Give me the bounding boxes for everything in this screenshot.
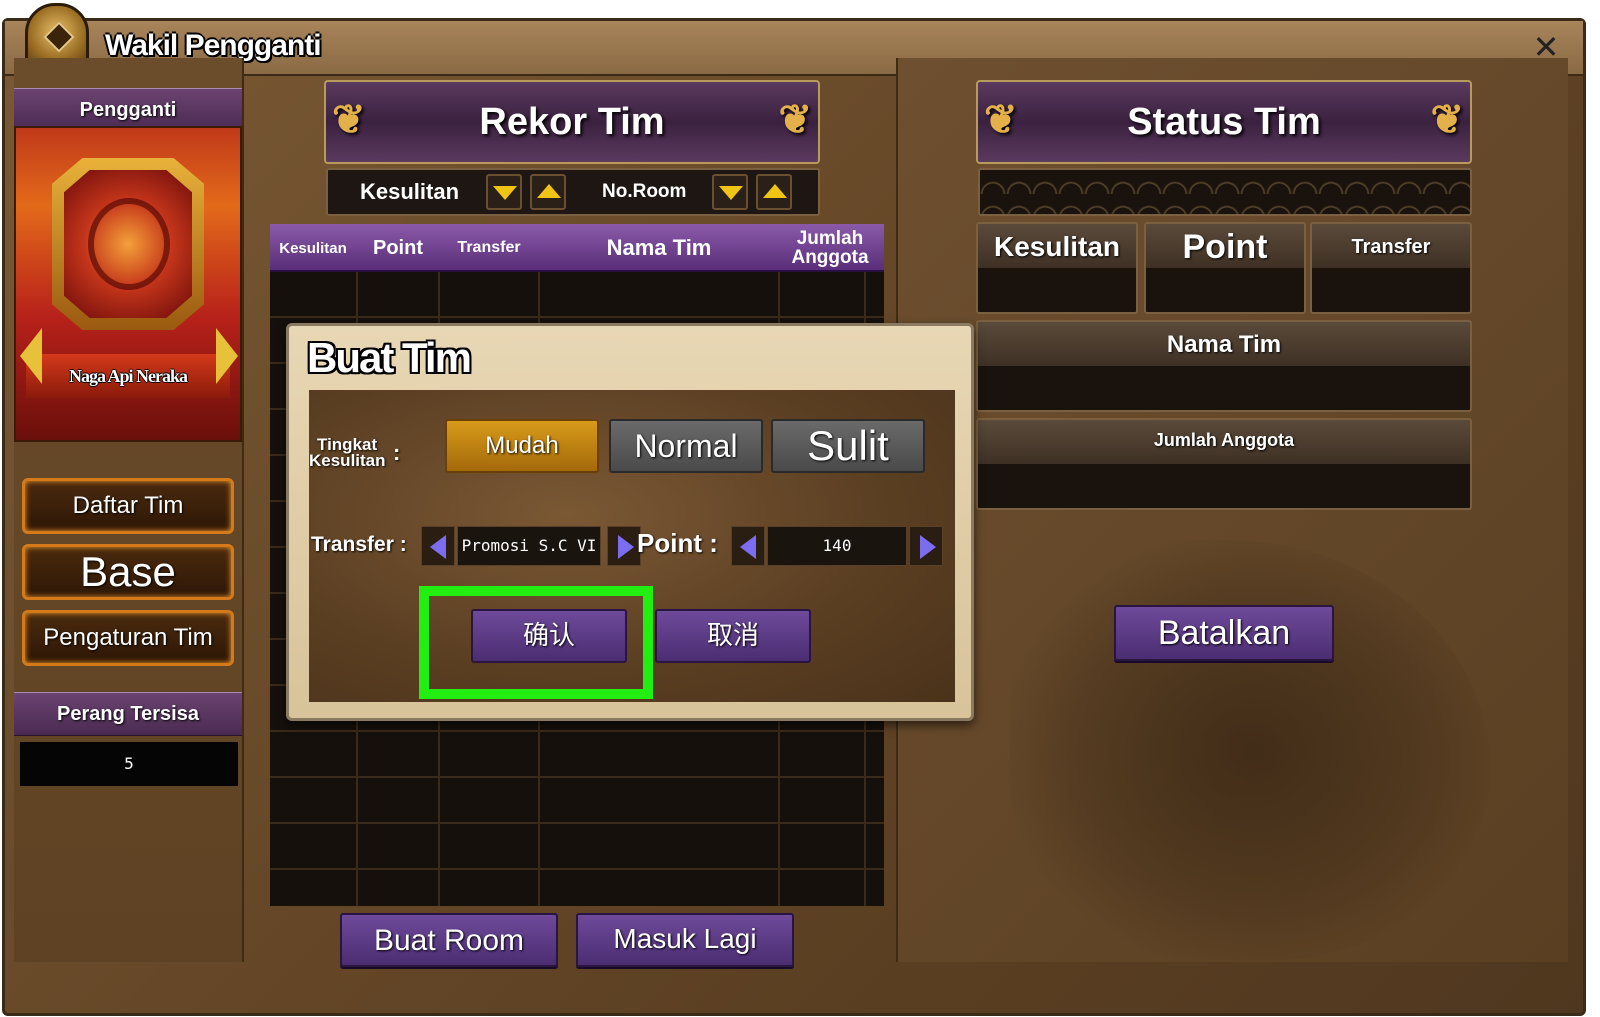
difficulty-hard-button[interactable]: Sulit <box>771 419 925 473</box>
arrow-left-icon <box>430 535 446 559</box>
chevron-up-icon <box>537 184 561 198</box>
confirm-button[interactable]: 确认 <box>471 609 627 663</box>
transfer-prev-button[interactable] <box>421 526 455 566</box>
team-record-title: Rekor Tim <box>479 101 665 143</box>
status-team-name-label: Nama Tim <box>1166 331 1282 358</box>
team-list-button[interactable]: Daftar Tim <box>22 478 234 534</box>
point-value: 140 <box>767 526 907 566</box>
transfer-next-button[interactable] <box>607 526 641 566</box>
portrait-name: Naga Api Neraka <box>26 354 230 398</box>
prev-portrait-arrow-icon[interactable] <box>20 328 42 384</box>
column-team-name[interactable]: Nama Tim <box>540 224 778 272</box>
difficulty-label-line2: Kesulitan <box>309 451 386 470</box>
base-button[interactable]: Base <box>22 544 234 600</box>
flourish-left-icon: ❦ <box>984 98 1018 142</box>
create-room-button[interactable]: Buat Room <box>340 913 558 967</box>
sort-bar: Kesulitan No.Room <box>326 168 820 216</box>
transfer-label: Transfer : <box>311 533 407 556</box>
status-member-count-box: Jumlah Anggota <box>976 418 1472 510</box>
sort-difficulty-asc-button[interactable] <box>530 174 566 210</box>
difficulty-colon: : <box>393 440 401 465</box>
status-member-count-label: Jumlah Anggota <box>1153 430 1295 450</box>
create-team-dialog: Buat Tim Tingkat Kesulitan : Mudah Norma… <box>286 323 974 721</box>
cancel-team-button[interactable]: Batalkan <box>1114 605 1334 661</box>
flourish-right-icon: ❦ <box>1430 98 1464 142</box>
status-difficulty-box: Kesulitan <box>976 222 1138 314</box>
status-point-label: Point <box>1182 228 1268 266</box>
flourish-left-icon: ❦ <box>332 98 366 142</box>
chevron-down-icon <box>719 186 743 200</box>
arrow-right-icon <box>618 535 634 559</box>
team-record-title-bar: ❦ Rekor Tim ❦ <box>324 80 820 164</box>
arrow-right-icon <box>920 535 936 559</box>
difficulty-easy-button[interactable]: Mudah <box>445 419 599 473</box>
point-label-text: Point <box>637 528 702 558</box>
remaining-wars-header: Perang Tersisa <box>14 692 242 736</box>
left-column: Pengganti Naga Api Neraka Daftar Tim Bas… <box>14 58 244 962</box>
transfer-value: Promosi S.C VI <box>457 526 601 566</box>
chevron-up-icon <box>763 184 787 198</box>
remaining-wars-value: 5 <box>20 742 238 786</box>
wave-pattern-banner <box>978 168 1472 216</box>
rejoin-button[interactable]: Masuk Lagi <box>576 913 794 967</box>
arrow-left-icon <box>740 535 756 559</box>
status-difficulty-label: Kesulitan <box>993 231 1121 262</box>
sort-room-label: No.Room <box>602 181 687 202</box>
team-status-title-bar: ❦ Status Tim ❦ <box>976 80 1472 164</box>
status-transfer-label: Transfer <box>1351 236 1431 258</box>
status-team-name-box: Nama Tim <box>976 320 1472 412</box>
column-point[interactable]: Point <box>358 224 438 272</box>
flourish-right-icon: ❦ <box>778 98 812 142</box>
column-transfer[interactable]: Transfer <box>440 224 538 272</box>
column-member-count[interactable]: Jumlah Anggota <box>780 224 880 272</box>
team-status-title: Status Tim <box>1127 101 1321 143</box>
sort-room-desc-button[interactable] <box>712 174 748 210</box>
status-transfer-box: Transfer <box>1310 222 1472 314</box>
dialog-title: Buat Tim <box>307 334 472 381</box>
sort-difficulty-desc-button[interactable] <box>486 174 522 210</box>
cancel-button[interactable]: 取消 <box>655 609 811 663</box>
transfer-label-text: Transfer <box>311 533 394 556</box>
dragon-coil-icon <box>88 198 170 290</box>
character-portrait: Naga Api Neraka <box>14 126 242 442</box>
difficulty-normal-button[interactable]: Normal <box>609 419 763 473</box>
sort-room-asc-button[interactable] <box>756 174 792 210</box>
point-prev-button[interactable] <box>731 526 765 566</box>
team-record-table-header: Kesulitan Point Transfer Nama Tim Jumlah… <box>270 224 884 272</box>
point-next-button[interactable] <box>909 526 943 566</box>
team-settings-button[interactable]: Pengaturan Tim <box>22 610 234 666</box>
next-portrait-arrow-icon[interactable] <box>216 328 238 384</box>
column-difficulty[interactable]: Kesulitan <box>270 224 356 272</box>
chevron-down-icon <box>493 186 517 200</box>
point-label: Point : <box>637 528 718 558</box>
status-point-box: Point <box>1144 222 1306 314</box>
sort-difficulty-label: Kesulitan <box>360 179 460 204</box>
